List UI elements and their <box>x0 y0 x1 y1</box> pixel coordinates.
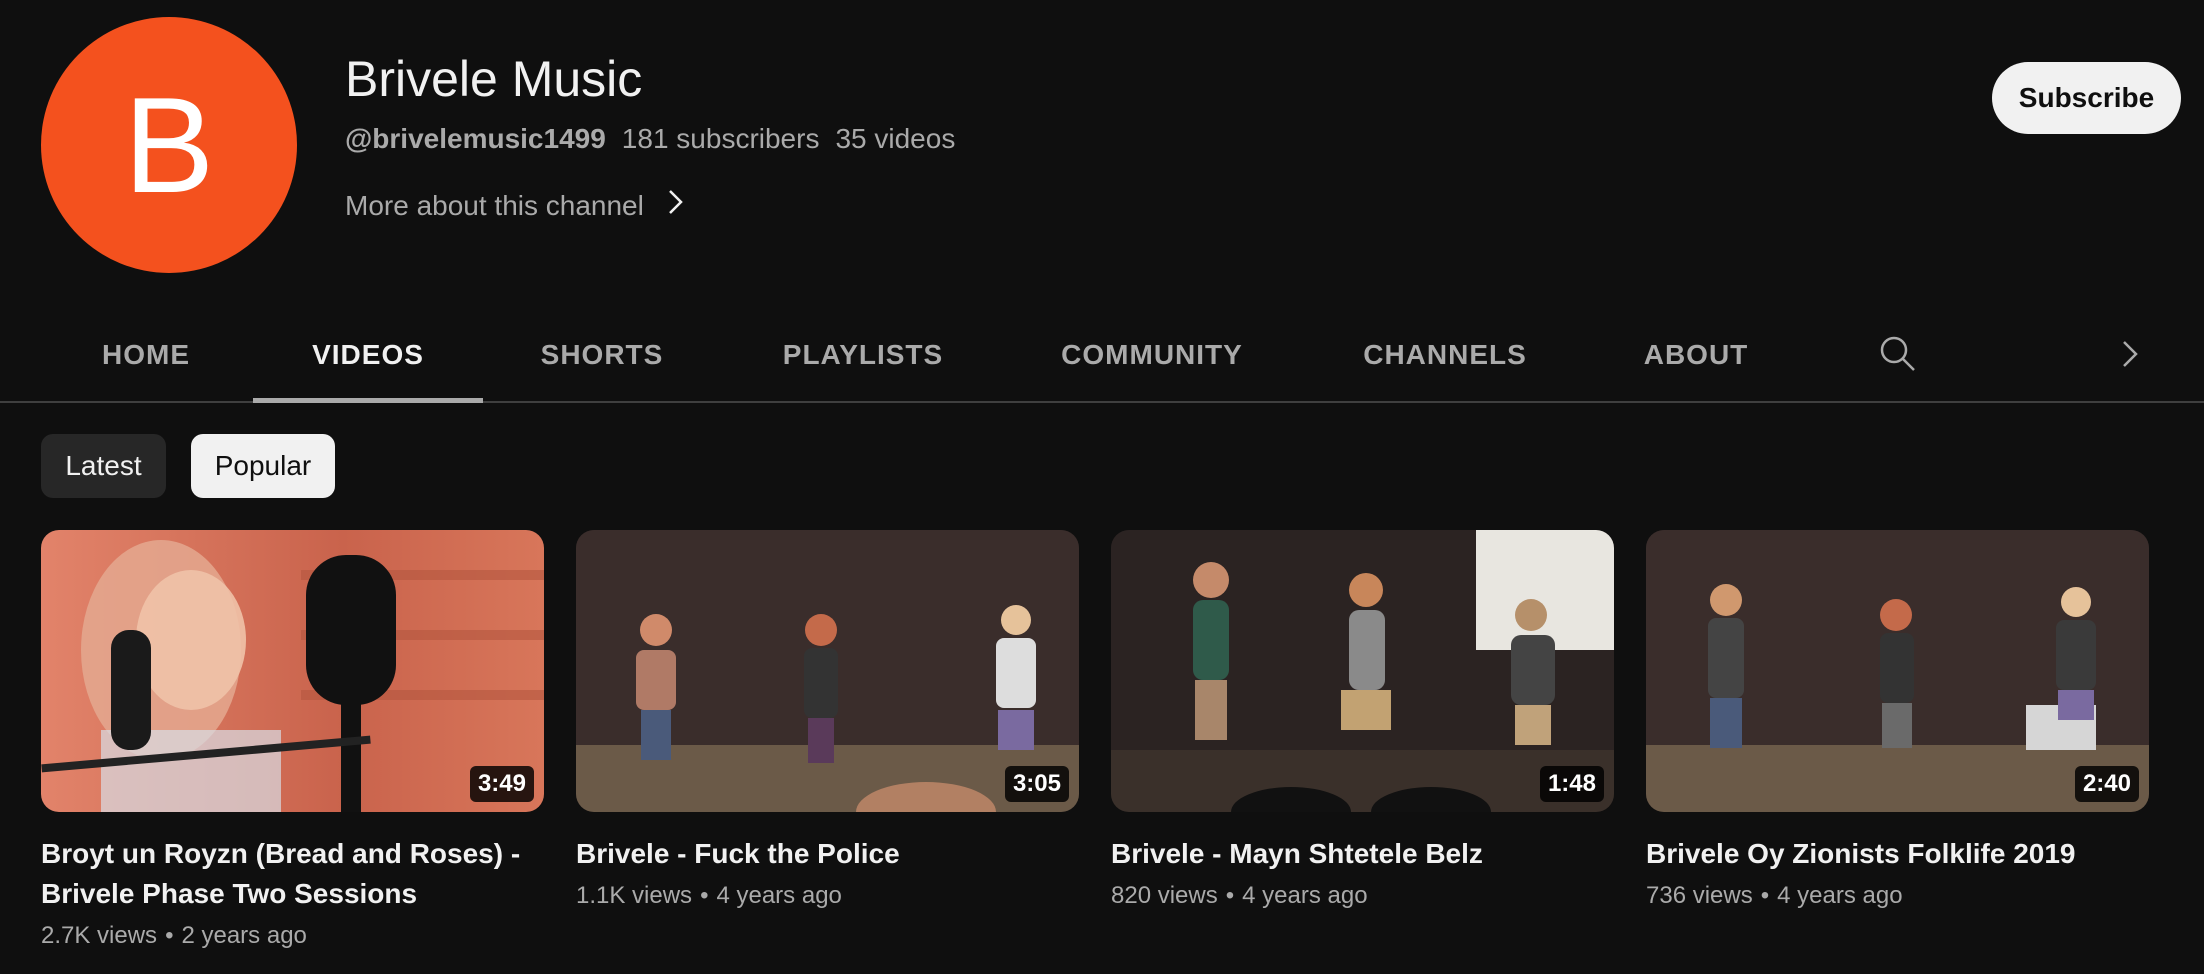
video-title[interactable]: Broyt un Royzn (Bread and Roses) - Brive… <box>41 834 544 914</box>
video-views: 820 views <box>1111 882 1218 909</box>
video-duration: 3:05 <box>1004 766 1069 802</box>
video-meta: 736 views • 4 years ago <box>1646 882 2149 910</box>
channel-avatar[interactable]: B <box>41 17 297 273</box>
chevron-right-icon[interactable] <box>2110 334 2150 374</box>
video-age: 4 years ago <box>1242 882 1368 909</box>
video-title[interactable]: Brivele - Mayn Shtetele Belz <box>1111 834 1614 874</box>
channel-name: Brivele Music <box>345 51 643 107</box>
filter-latest-chip[interactable]: Latest <box>41 434 166 498</box>
separator-dot: • <box>1225 882 1235 909</box>
video-age: 2 years ago <box>181 922 307 949</box>
more-about-label: More about this channel <box>345 189 644 221</box>
video-count: 35 videos <box>835 123 956 154</box>
tab-channels[interactable]: CHANNELS <box>1354 308 1536 401</box>
video-views: 1.1K views <box>576 882 693 909</box>
video-thumbnail[interactable]: 3:05 <box>576 530 1079 812</box>
tab-about[interactable]: ABOUT <box>1630 308 1762 401</box>
tab-videos[interactable]: VIDEOS <box>253 308 483 403</box>
channel-handle: @brivelemusic1499 <box>345 123 606 154</box>
video-card[interactable]: 3:49 Broyt un Royzn (Bread and Roses) - … <box>41 530 544 950</box>
tab-community[interactable]: COMMUNITY <box>1046 308 1258 401</box>
video-thumbnail[interactable]: 3:49 <box>41 530 544 812</box>
video-age: 4 years ago <box>1777 882 1903 909</box>
video-age: 4 years ago <box>716 882 842 909</box>
video-meta: 2.7K views • 2 years ago <box>41 922 544 950</box>
tab-playlists[interactable]: PLAYLISTS <box>772 308 954 401</box>
filter-popular-chip[interactable]: Popular <box>191 434 335 498</box>
channel-meta: @brivelemusic1499 181 subscribers 35 video… <box>345 123 955 155</box>
subscriber-count: 181 subscribers <box>621 123 820 154</box>
more-about-channel-link[interactable]: More about this channel <box>345 187 686 224</box>
video-card[interactable]: 3:05 Brivele - Fuck the Police 1.1K view… <box>576 530 1079 910</box>
video-thumbnail[interactable]: 2:40 <box>1646 530 2149 812</box>
search-icon[interactable] <box>1876 332 1920 376</box>
channel-page: B Brivele Music @brivelemusic1499 181 sub… <box>0 0 2204 974</box>
video-title[interactable]: Brivele - Fuck the Police <box>576 834 1079 874</box>
channel-tabs: HOME VIDEOS SHORTS PLAYLISTS COMMUNITY C… <box>0 308 2204 403</box>
video-views: 736 views <box>1646 882 1753 909</box>
separator-dot: • <box>165 922 174 949</box>
video-meta: 820 views • 4 years ago <box>1111 882 1614 910</box>
video-meta: 1.1K views • 4 years ago <box>576 882 1079 910</box>
avatar-letter: B <box>123 69 215 221</box>
separator-dot: • <box>700 882 709 909</box>
video-views: 2.7K views <box>41 922 158 949</box>
subscribe-button[interactable]: Subscribe <box>1992 62 2181 134</box>
video-card[interactable]: 1:48 Brivele - Mayn Shtetele Belz 820 vi… <box>1111 530 1614 910</box>
video-duration: 1:48 <box>1539 766 1604 802</box>
chevron-right-icon <box>666 187 686 224</box>
video-title[interactable]: Brivele Oy Zionists Folklife 2019 <box>1646 834 2149 874</box>
video-card[interactable]: 2:40 Brivele Oy Zionists Folklife 2019 7… <box>1646 530 2149 910</box>
separator-dot: • <box>1760 882 1770 909</box>
tab-home[interactable]: HOME <box>82 308 210 401</box>
video-duration: 3:49 <box>469 766 534 802</box>
video-thumbnail[interactable]: 1:48 <box>1111 530 1614 812</box>
tab-shorts[interactable]: SHORTS <box>528 308 676 401</box>
video-duration: 2:40 <box>2074 766 2139 802</box>
